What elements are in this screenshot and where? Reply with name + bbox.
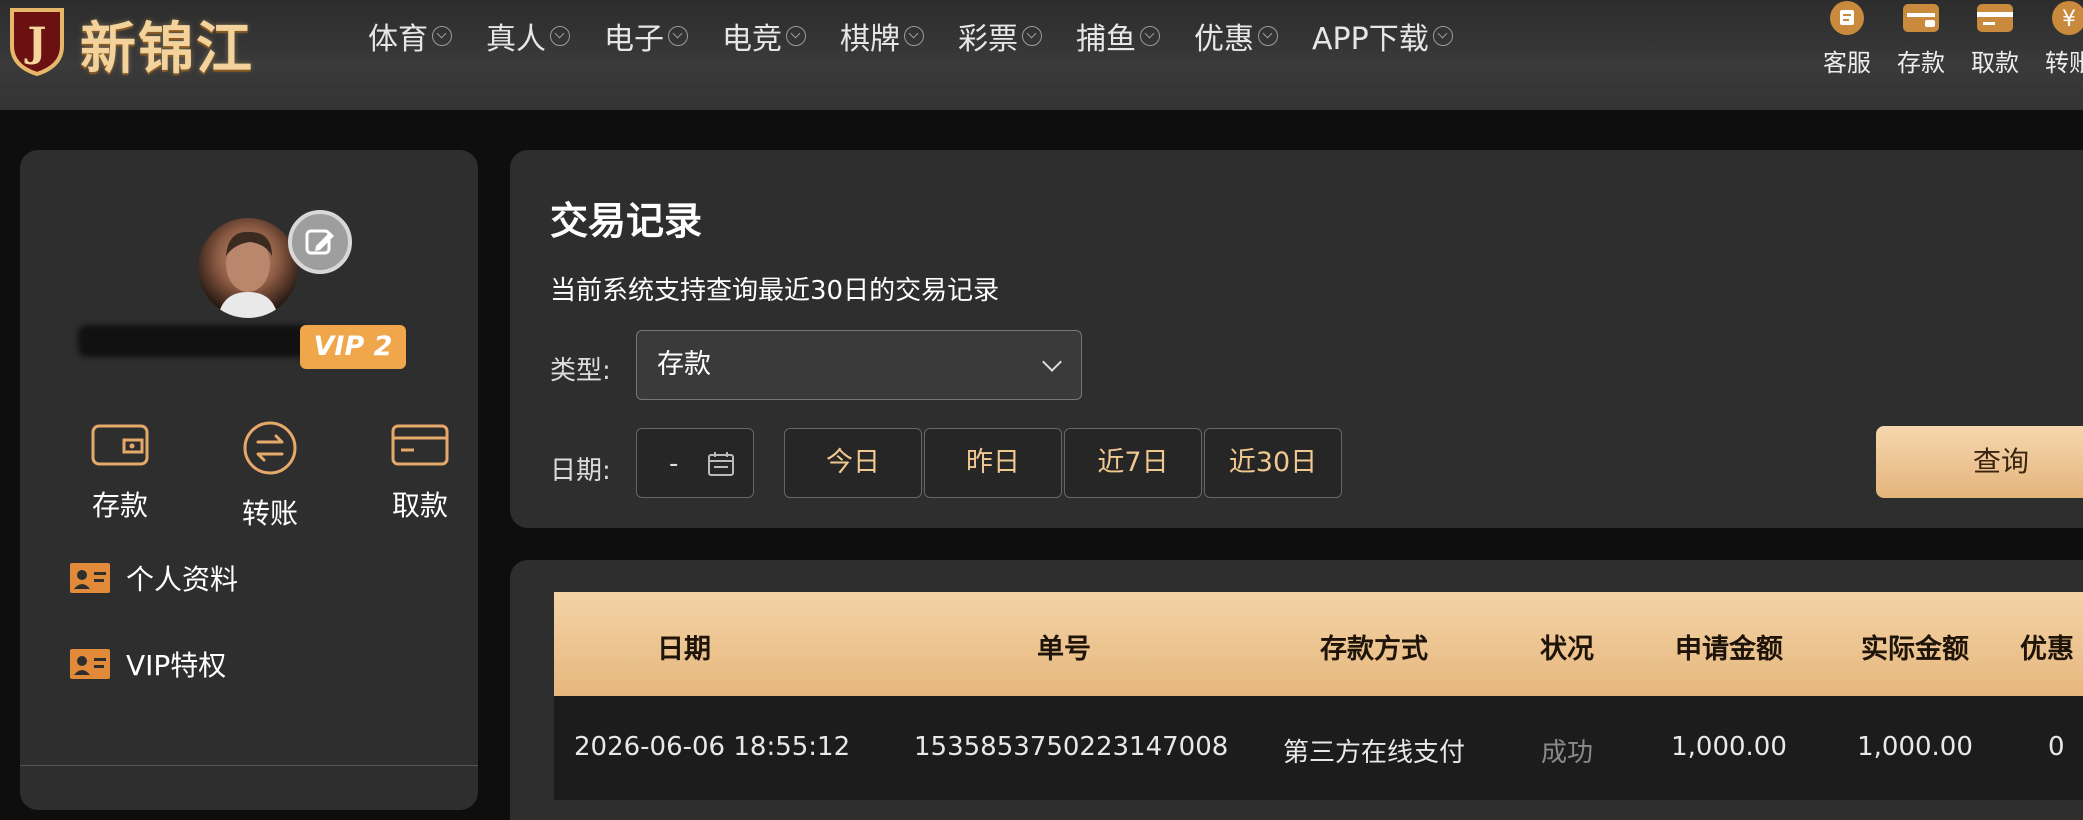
avatar[interactable]: [198, 218, 298, 318]
nav-sports[interactable]: 体育: [368, 14, 452, 58]
date-range-separator: -: [669, 449, 679, 479]
tool-withdraw[interactable]: 取款: [1958, 0, 2032, 78]
nav-card-games[interactable]: 棋牌: [840, 14, 924, 58]
nav-live-casino[interactable]: 真人: [486, 14, 570, 58]
type-select-value: 存款: [657, 349, 711, 380]
top-navbar: J 新锦江 体育 真人 电子 电竞 棋牌 彩票 捕鱼 优惠 APP下载 客服 存…: [0, 0, 2083, 110]
cell-actual-amount: 1,000.00: [1857, 732, 1973, 762]
vip-badge: VIP 2: [300, 325, 406, 369]
chevron-down-icon: [550, 26, 570, 46]
sidebar-divider: [20, 765, 478, 766]
cell-status: 成功: [1540, 738, 1593, 768]
nav-app-download[interactable]: APP下载: [1312, 14, 1453, 58]
search-button[interactable]: 查询: [1876, 426, 2083, 498]
menu-vip-privileges[interactable]: VIP特权: [70, 644, 226, 684]
date-label: 日期:: [550, 456, 611, 486]
chevron-down-icon: [1432, 26, 1453, 46]
page-title: 交易记录: [550, 199, 703, 243]
withdraw-icon: [1977, 4, 2013, 32]
header-tools: 客服 存款 取款 ¥ 转账: [1810, 0, 2083, 78]
logo-shield-icon: J: [10, 8, 64, 76]
table-header: 日期 单号 存款方式 状况 申请金额 实际金额 优惠: [554, 592, 2083, 696]
cell-deposit-method: 第三方在线支付: [1282, 738, 1465, 768]
edit-icon: [305, 229, 334, 255]
chevron-down-icon: [1022, 26, 1042, 46]
quick-deposit[interactable]: 存款: [60, 420, 180, 524]
chevron-down-icon: [904, 26, 924, 46]
menu-profile[interactable]: 个人资料: [70, 558, 238, 598]
quick-withdraw[interactable]: 取款: [360, 420, 480, 524]
brand-name: 新锦江: [80, 16, 254, 82]
col-requested-amount[interactable]: 申请金额: [1654, 627, 1804, 666]
chevron-down-icon: [668, 26, 688, 46]
cell-requested-amount: 1,000.00: [1671, 732, 1787, 762]
card-icon: [391, 424, 449, 466]
col-bonus[interactable]: 优惠: [2020, 627, 2083, 666]
cell-order-no: 1535853750223147008: [914, 732, 1229, 762]
svg-text:J: J: [25, 19, 47, 66]
deposit-icon: [1903, 4, 1939, 32]
tool-deposit[interactable]: 存款: [1884, 0, 1958, 78]
id-card-icon: [70, 649, 110, 679]
chevron-down-icon: [432, 26, 452, 46]
username-redacted: [78, 325, 308, 357]
tool-customer-service[interactable]: 客服: [1810, 0, 1884, 78]
brand-logo[interactable]: J 新锦江: [0, 0, 320, 82]
col-date[interactable]: 日期: [634, 627, 734, 666]
page-subtitle: 当前系统支持查询最近30日的交易记录: [550, 276, 1000, 306]
nav-lottery[interactable]: 彩票: [958, 14, 1042, 58]
chevron-down-icon: [1042, 352, 1062, 372]
chevron-down-icon: [1140, 26, 1160, 46]
date-range-input[interactable]: -: [636, 428, 754, 498]
nav-slots[interactable]: 电子: [604, 14, 688, 58]
col-order-no[interactable]: 单号: [1014, 627, 1114, 666]
range-yesterday-button[interactable]: 昨日: [924, 428, 1062, 498]
main-nav: 体育 真人 电子 电竞 棋牌 彩票 捕鱼 优惠 APP下载: [368, 0, 1487, 72]
nav-fishing[interactable]: 捕鱼: [1076, 14, 1160, 58]
quick-transfer[interactable]: 转账: [210, 420, 330, 532]
cell-bonus: 0: [2048, 732, 2065, 762]
svg-text:¥: ¥: [2062, 7, 2076, 32]
type-select[interactable]: 存款: [636, 330, 1082, 400]
transfer-icon: ¥: [2052, 1, 2083, 35]
chevron-down-icon: [1258, 26, 1278, 46]
col-actual-amount[interactable]: 实际金额: [1840, 627, 1990, 666]
edit-profile-button[interactable]: [288, 210, 352, 274]
id-card-icon: [70, 563, 110, 593]
calendar-icon: [708, 452, 734, 476]
range-30days-button[interactable]: 近30日: [1204, 428, 1342, 498]
nav-promotions[interactable]: 优惠: [1194, 14, 1278, 58]
cell-date: 2026-06-06 18:55:12: [574, 732, 851, 762]
range-7days-button[interactable]: 近7日: [1064, 428, 1202, 498]
chevron-down-icon: [786, 26, 806, 46]
customer-service-icon: [1830, 1, 1864, 35]
type-label: 类型:: [550, 356, 611, 386]
range-today-button[interactable]: 今日: [784, 428, 922, 498]
transaction-filter-panel: 交易记录 当前系统支持查询最近30日的交易记录 类型: 存款 日期: - 今日 …: [510, 150, 2083, 528]
avatar-photo: [218, 231, 278, 318]
tool-transfer[interactable]: ¥ 转账: [2032, 0, 2083, 78]
col-status[interactable]: 状况: [1522, 627, 1612, 666]
wallet-icon: [91, 424, 149, 466]
transfer-icon: [243, 421, 297, 475]
table-row[interactable]: 2026-06-06 18:55:12 1535853750223147008 …: [554, 696, 2083, 800]
col-deposit-method[interactable]: 存款方式: [1294, 627, 1454, 666]
account-sidebar: VIP 2 存款 转账 取款 个人资料 VIP特权: [20, 150, 478, 810]
nav-esports[interactable]: 电竞: [722, 14, 806, 58]
